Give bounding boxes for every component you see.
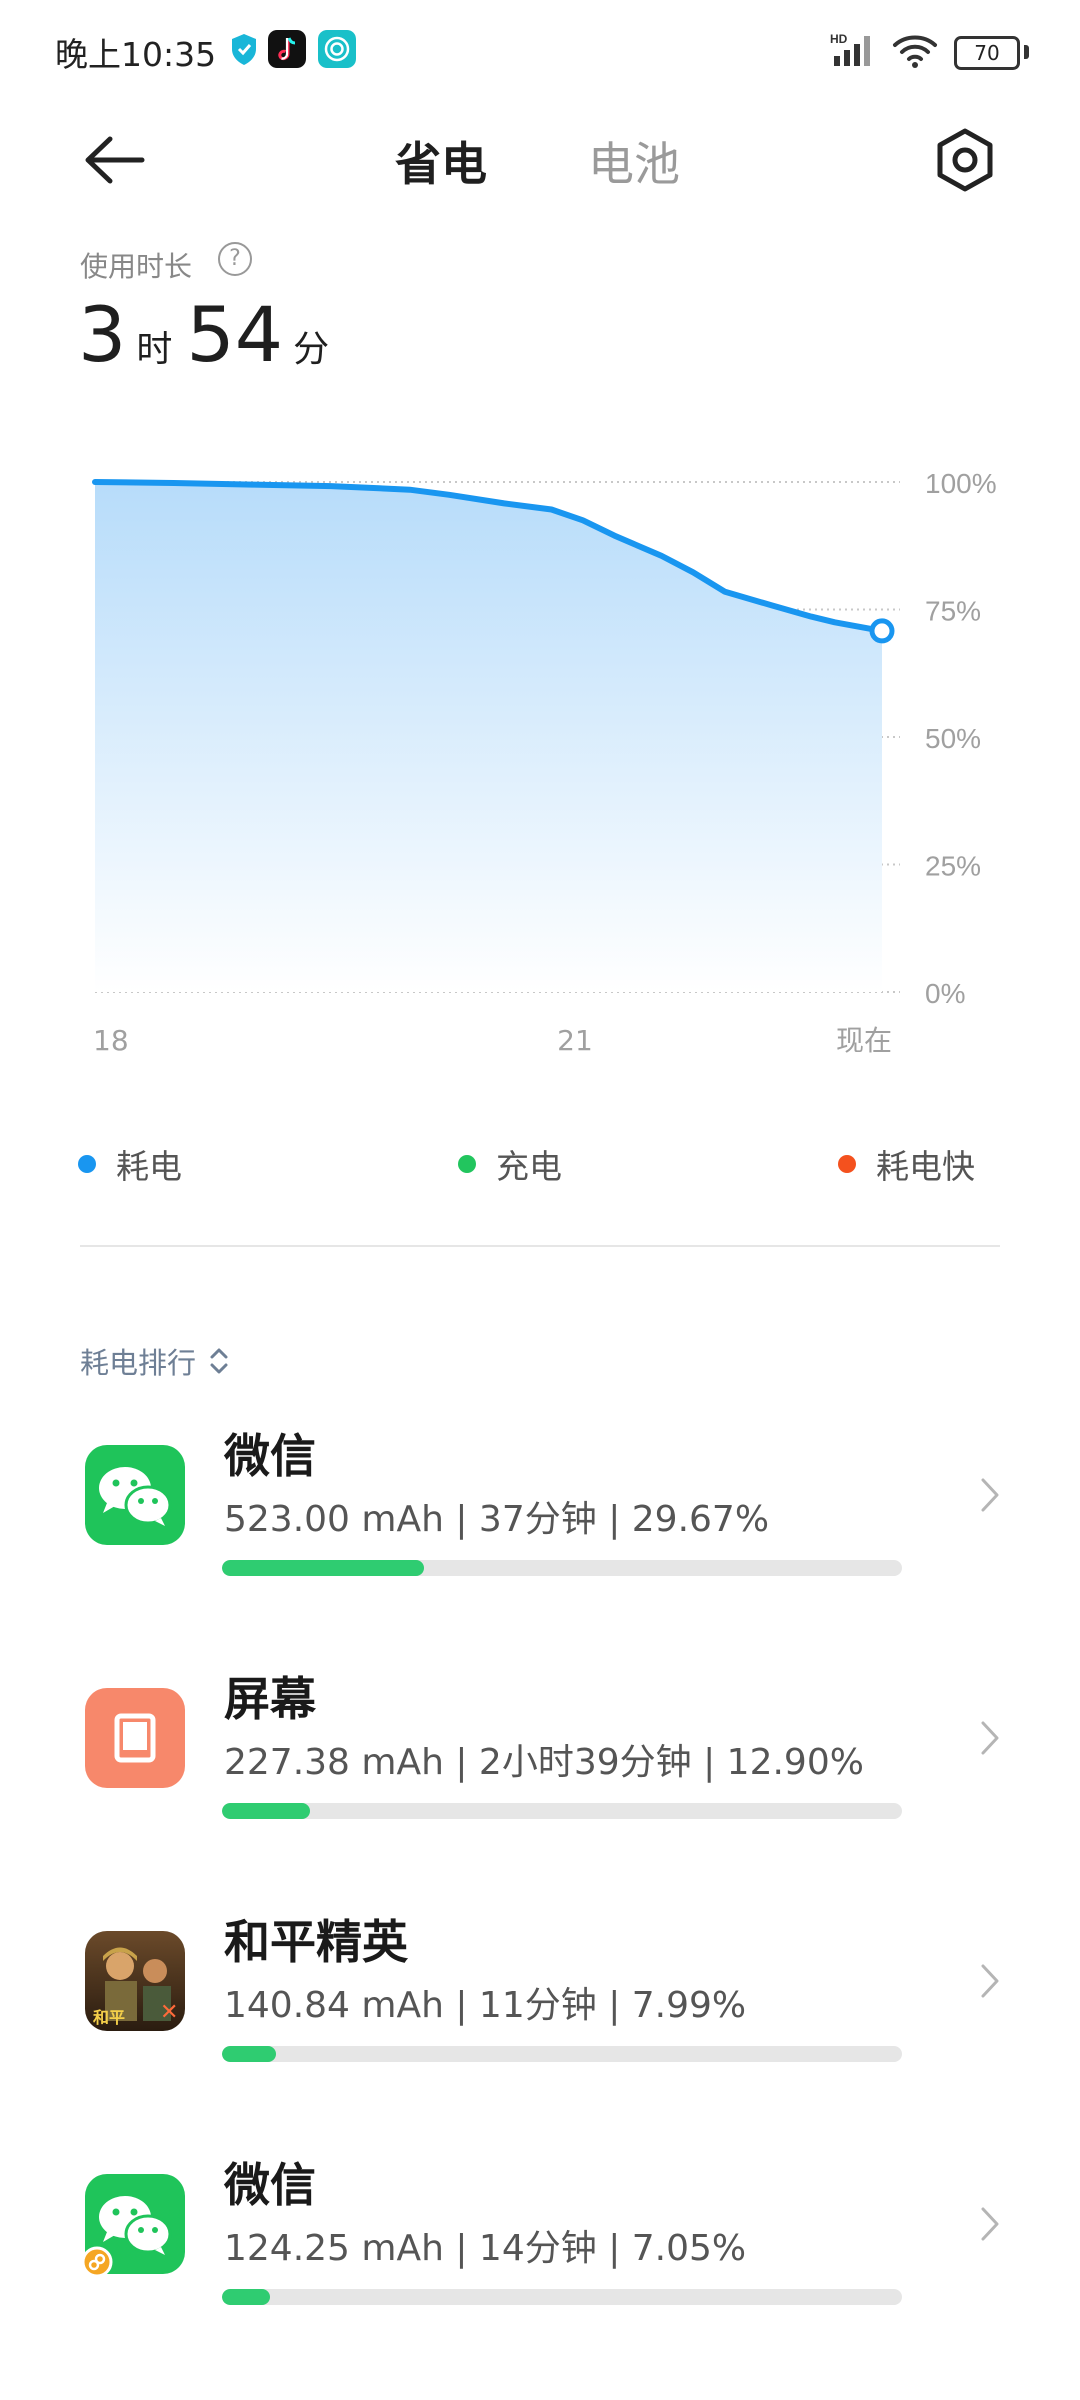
tab-battery[interactable]: 电池 (588, 128, 680, 194)
app-stats: 523.00 mAh | 37分钟 | 29.67% (224, 1499, 770, 1540)
battery-area (95, 482, 882, 992)
sort-toggle-icon (210, 1348, 228, 1374)
current-level-marker (869, 618, 895, 644)
wechat-icon (85, 1445, 185, 1545)
legend-fast-drain-dot (838, 1155, 856, 1173)
legend-drain-label: 耗电 (116, 1147, 182, 1186)
legend-fast-drain-label: 耗电快 (876, 1147, 975, 1186)
shield-icon (232, 34, 256, 65)
app-stats: 140.84 mAh | 11分钟 | 7.99% (224, 1985, 747, 2026)
y-tick-label: 50% (925, 723, 981, 754)
wechat-dual-icon (81, 2174, 185, 2278)
legend-charge-dot (458, 1155, 476, 1173)
legend-fast-drain: 耗电快 (838, 1140, 975, 1188)
x-tick-label: 21 (557, 1024, 593, 1057)
app-row-peace-elite[interactable]: 和平 ✕ 和平精英 140.84 mAh | 11分钟 | 7.99% (0, 1896, 1080, 2096)
usage-bar (222, 1560, 902, 1576)
legend-drain: 耗电 (78, 1140, 182, 1188)
app-name: 和平精英 (224, 1915, 408, 1969)
legend-charge: 充电 (458, 1140, 562, 1188)
y-tick-label: 0% (925, 978, 965, 1009)
status-time: 晚上10:35 (55, 35, 217, 74)
battery-tip (1024, 45, 1029, 59)
wifi-icon (893, 35, 937, 68)
y-tick-label: 25% (925, 851, 981, 882)
app-name: 屏幕 (224, 1672, 316, 1726)
screen-icon (85, 1688, 185, 1788)
app-stats: 227.38 mAh | 2小时39分钟 | 12.90% (224, 1742, 864, 1783)
svg-text:✕: ✕ (160, 1999, 178, 2024)
usage-hours-unit: 时 (136, 329, 173, 370)
chevron-right-icon (981, 1721, 999, 1755)
svg-text:HD: HD (830, 32, 848, 46)
tab-power-saving[interactable]: 省电 (395, 128, 487, 194)
app-row-wechat-dual[interactable]: 微信 124.25 mAh | 14分钟 | 7.05% (0, 2139, 1080, 2339)
usage-bar-fill (222, 1560, 424, 1576)
usage-bar (222, 2046, 902, 2062)
app-name: 微信 (224, 1429, 316, 1483)
usage-bar (222, 1803, 902, 1819)
game-icon: 和平 ✕ (85, 1931, 185, 2031)
app-row-screen[interactable]: 屏幕 227.38 mAh | 2小时39分钟 | 12.90% (0, 1653, 1080, 1853)
usage-bar-fill (222, 1803, 310, 1819)
usage-bar-fill (222, 2046, 277, 2062)
usage-bar (222, 2289, 902, 2305)
settings-icon[interactable] (930, 125, 1000, 195)
chevron-right-icon (981, 1964, 999, 1998)
divider (80, 1245, 1000, 1247)
battery-indicator: 70 (954, 36, 1020, 70)
help-icon[interactable]: ? (218, 242, 252, 276)
x-tick-label: 18 (93, 1024, 129, 1057)
chevron-right-icon (981, 1478, 999, 1512)
battery-level-chart: 100% 75% 50% 25% 0% 18 21 现在 (92, 468, 997, 1057)
y-tick-label: 75% (925, 596, 981, 627)
usage-duration-value: 3 时 54 分 (78, 290, 343, 379)
target-app-icon (318, 30, 356, 68)
usage-hours: 3 (78, 290, 127, 379)
ranking-title: 耗电排行 (80, 1346, 197, 1380)
legend-charge-label: 充电 (496, 1147, 562, 1186)
ranking-sort-toggle[interactable]: 耗电排行 (80, 1340, 230, 1382)
chevron-right-icon (981, 2207, 999, 2241)
status-bar: 晚上10:35 HD 70 (0, 0, 1080, 100)
usage-bar-fill (222, 2289, 270, 2305)
usage-duration-label: 使用时长 (80, 250, 193, 283)
tiktok-icon (268, 30, 306, 68)
app-row-wechat[interactable]: 微信 523.00 mAh | 37分钟 | 29.67% (0, 1410, 1080, 1610)
usage-minutes: 54 (186, 290, 284, 379)
usage-minutes-unit: 分 (293, 329, 330, 370)
y-tick-label: 100% (925, 468, 997, 499)
app-stats: 124.25 mAh | 14分钟 | 7.05% (224, 2228, 747, 2269)
app-name: 微信 (224, 2158, 316, 2212)
legend-drain-dot (78, 1155, 96, 1173)
x-tick-label: 现在 (836, 1024, 892, 1057)
svg-text:和平: 和平 (93, 2008, 125, 2027)
back-arrow-icon[interactable] (80, 125, 160, 195)
signal-icon: HD (830, 32, 870, 66)
